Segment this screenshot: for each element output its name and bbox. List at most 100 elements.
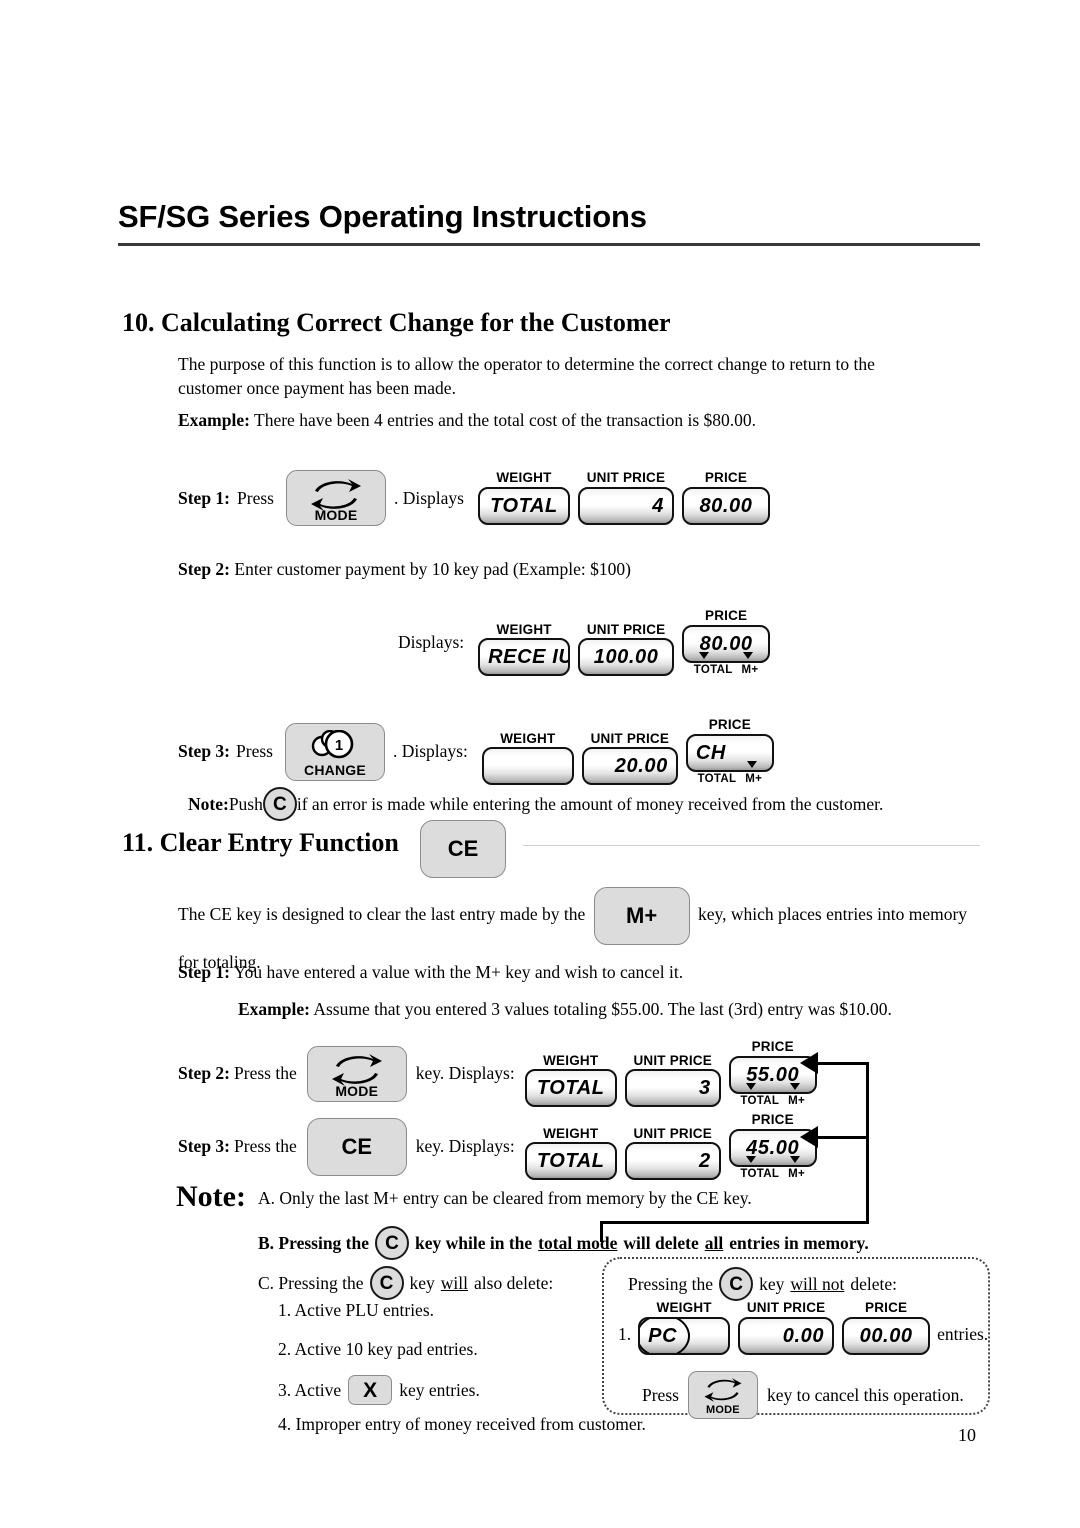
change-key[interactable]: 1 CHANGE [284, 722, 385, 781]
lcd-weight-value: TOTAL [536, 1077, 605, 1099]
ce-key[interactable]: CE [306, 1117, 407, 1176]
lcd-price-caption: PRICE [751, 1039, 794, 1054]
annunciator-total-label: TOTAL [693, 663, 733, 676]
lcd-unit-price-value: 0.00 [782, 1324, 825, 1347]
mode-key-label: MODE [314, 507, 358, 523]
section-10-step-1-row: Step 1: Press MODE . Displays WEIGHT TOT… [178, 470, 770, 526]
step-3-label: Step 3: [178, 1136, 231, 1156]
step-2-displays-word: Displays: [398, 632, 465, 652]
sub-item-3-post: key entries. [399, 1379, 480, 1400]
m-plus-key[interactable]: M+ [593, 887, 690, 945]
lcd-unit-price-caption: UNIT PRICE [590, 730, 670, 746]
mode-key[interactable]: MODE [285, 470, 386, 526]
ce-key[interactable]: CE [420, 820, 506, 878]
lcd-weight-value: RECE IU [488, 646, 571, 668]
note-b-mid2: will delete [623, 1232, 699, 1253]
callout-underline-will-not: will not [790, 1273, 845, 1294]
callout-heading-row: Pressing the C key will not delete: [628, 1267, 897, 1301]
example-label: Example: [238, 999, 310, 1019]
section-10-step-3-row: Step 3: Press 1 CHANGE . Displays: WEIGH… [178, 718, 774, 785]
mode-key[interactable]: MODE [306, 1045, 407, 1102]
lcd-price-caption: PRICE [708, 717, 751, 732]
lcd-unit-price-value: 20.00 [614, 755, 668, 777]
x-key[interactable]: X [348, 1375, 393, 1405]
note-before-text: Push [228, 794, 263, 814]
callout-tail-text: entries. [937, 1323, 989, 1344]
m-plus-key-label: M+ [626, 903, 658, 928]
section-10-step-2-text-row: Step 2: Enter customer payment by 10 key… [178, 557, 938, 581]
lcd-weight-value: TOTAL [490, 494, 558, 517]
annunciator-labels: TOTAL M+ [740, 1168, 805, 1181]
lcd-unit-price-box: 4 [577, 486, 674, 525]
step-3-label: Step 3: [178, 741, 231, 761]
lcd-unit-price-box: 3 [624, 1069, 721, 1107]
lcd-unit-price-box: 100.00 [578, 638, 675, 676]
lcd-price-box: CH [685, 733, 774, 772]
page-number: 10 [958, 1425, 976, 1445]
callout-pre: Pressing the [628, 1273, 714, 1294]
lcd-unit-price-cell: UNIT PRICE 0.00 [738, 1301, 835, 1355]
lcd-price-value: 45.00 [746, 1136, 800, 1159]
section-11-step-1-row: Step 1: You have entered a value with th… [178, 960, 978, 984]
ce-desc-part1: The CE key is designed to clear the last… [178, 904, 590, 925]
note-b-mid: key while in the [415, 1232, 533, 1253]
lcd-weight-cell: WEIGHT TOTAL [524, 1126, 617, 1180]
section-11-step-2-row: Step 2: Press the MODE key. Displays: WE… [178, 1040, 817, 1107]
sub-list-item-1: 1. Active PLU entries. [278, 1300, 435, 1320]
example-label: Example: [178, 410, 250, 430]
c-key[interactable]: C [262, 787, 297, 821]
lcd-weight-cell: WEIGHT RECE IU [478, 621, 571, 676]
note-b-end: entries in memory. [729, 1232, 869, 1253]
lcd-unit-price-caption: UNIT PRICE [586, 621, 666, 637]
lcd-price-cell: PRICE 00.00 [842, 1301, 931, 1355]
note-b-pre: B. Pressing the [258, 1232, 369, 1253]
step-1-text: You have entered a value with the M+ key… [230, 962, 684, 982]
lcd-weight-cell: WEIGHT [481, 731, 574, 785]
step-1-press-word: Press [237, 487, 274, 508]
section-10-step-2-display-row: Displays: WEIGHT RECE IU UNIT PRICE 100.… [398, 609, 771, 676]
x-key-label: X [363, 1378, 378, 1402]
mode-key[interactable]: MODE [687, 1371, 758, 1419]
callout-press-word: Press [642, 1384, 679, 1405]
annunciator-total-label: TOTAL [697, 772, 737, 785]
flow-line-vertical-right [866, 1062, 869, 1224]
flow-line-horizontal-bottom [600, 1221, 869, 1224]
lcd-unit-price-value: 3 [698, 1077, 711, 1099]
mode-key-label: MODE [706, 1404, 740, 1416]
lcd-weight-caption: WEIGHT [496, 621, 552, 637]
lcd-price-caption: PRICE [704, 470, 748, 486]
c-key[interactable]: C [719, 1267, 754, 1301]
note-c-mid: key [409, 1272, 435, 1293]
lcd-unit-price-value: 2 [698, 1150, 711, 1172]
step-2-text: Enter customer payment by 10 key pad (Ex… [230, 559, 631, 579]
note-label: Note: [188, 794, 229, 814]
lcd-unit-price-value: 100.00 [593, 646, 659, 668]
lcd-unit-price-caption: UNIT PRICE [633, 1125, 712, 1141]
lcd-weight-box: TOTAL [524, 1069, 617, 1107]
section-10-purpose-text: The purpose of this function is to allow… [178, 354, 875, 398]
section-10-heading: 10. Calculating Correct Change for the C… [122, 308, 671, 337]
note-heading: Note: [176, 1180, 246, 1213]
lcd-weight-box: TOTAL [524, 1142, 617, 1180]
lcd-unit-price-cell: UNIT PRICE 100.00 [578, 621, 675, 676]
lcd-weight-cell: WEIGHT TOTAL [524, 1053, 617, 1107]
c-key[interactable]: C [369, 1266, 404, 1300]
c-key[interactable]: C [375, 1226, 409, 1260]
annunciator-labels: TOTAL M+ [740, 1095, 805, 1108]
note-after-text: if an error is made while entering the a… [296, 794, 884, 814]
lcd-price-value: 80.00 [699, 494, 753, 517]
example-text: Assume that you entered 3 values totalin… [309, 999, 892, 1019]
callout-display-row: 1. WEIGHT PC UNIT PRICE 0.00 PRICE 00.00… [618, 1301, 988, 1355]
mode-cycle-icon [700, 1377, 746, 1408]
callout-cancel-text: key to cancel this operation. [766, 1384, 964, 1405]
lcd-price-cell: PRICE CH TOTAL M+ [685, 717, 774, 785]
sub-list-item-3: 3. Active X key entries. [278, 1375, 480, 1405]
lcd-unit-price-cell: UNIT PRICE 20.00 [581, 730, 678, 785]
header-divider [118, 243, 980, 247]
note-c-pre: C. Pressing the [258, 1272, 364, 1293]
coins-icon: 1 [306, 729, 364, 765]
lcd-price-value: 80.00 [699, 632, 753, 655]
step-1-label: Step 1: [178, 962, 231, 982]
lcd-unit-price-cell: UNIT PRICE 3 [624, 1053, 721, 1107]
callout-mid: key [759, 1273, 785, 1294]
